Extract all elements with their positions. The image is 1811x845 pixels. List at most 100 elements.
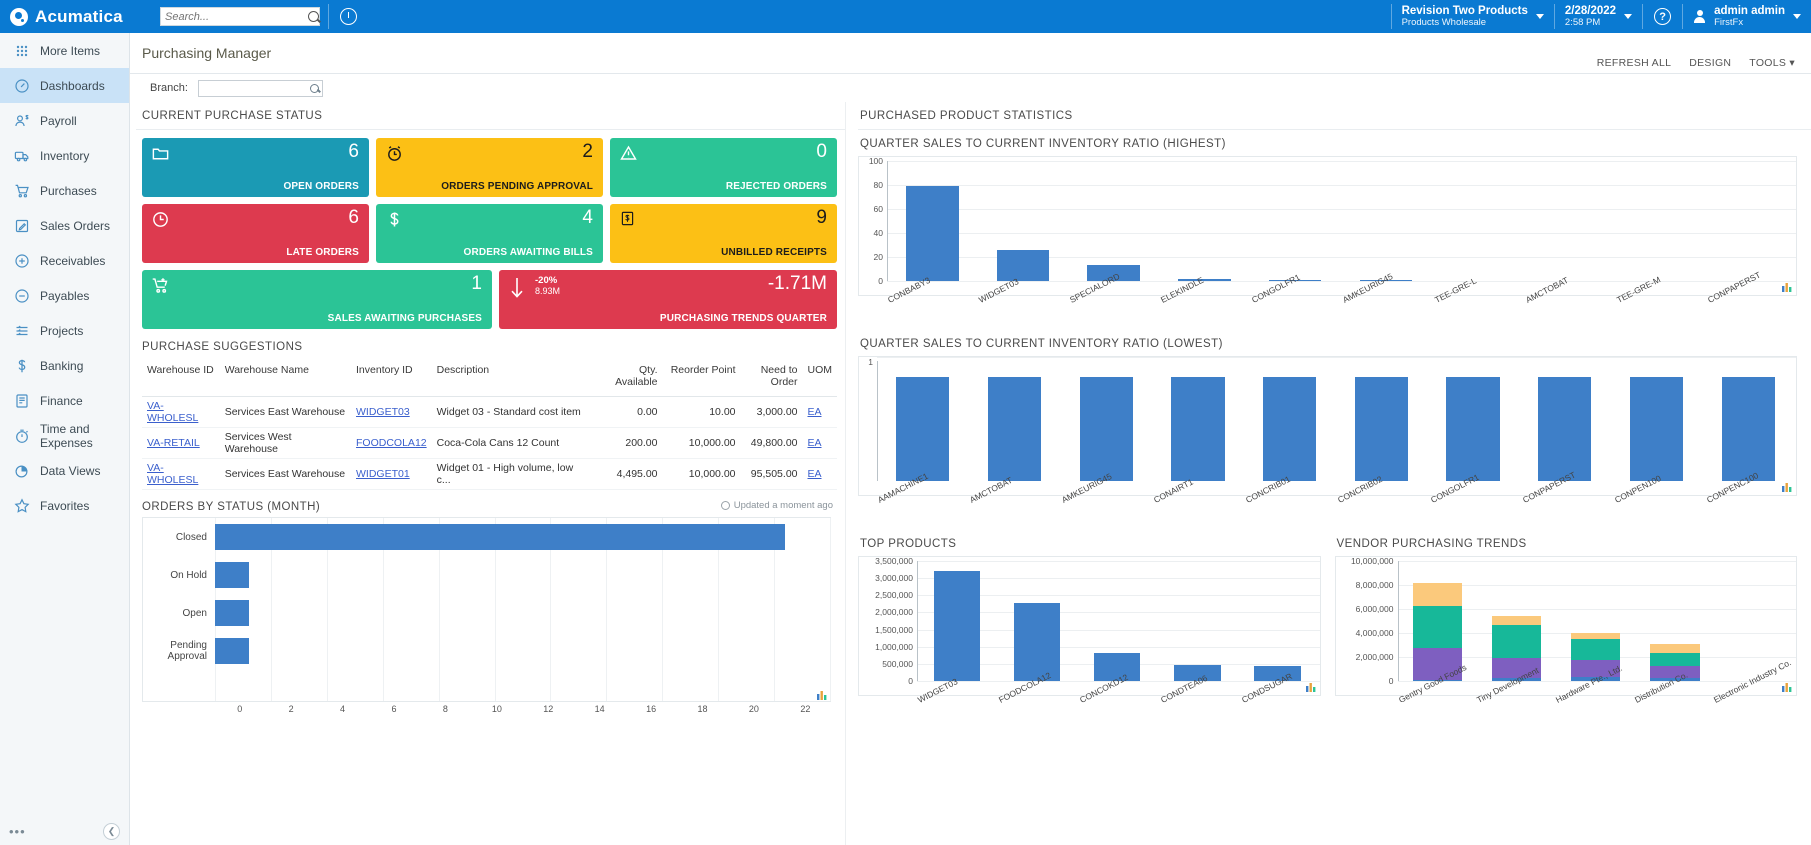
help-button[interactable]: ? <box>1643 0 1682 33</box>
inventory-id-link[interactable]: WIDGET01 <box>356 468 410 480</box>
chart-title-top-products: TOP PRODUCTS <box>860 538 957 550</box>
sidebar-item-payables[interactable]: Payables <box>0 278 129 313</box>
bar-segment-series-3[interactable] <box>1491 624 1542 659</box>
cell-inventory-id[interactable]: WIDGET01 <box>351 458 432 490</box>
sidebar-item-finance[interactable]: Finance <box>0 383 129 418</box>
chevron-down-icon[interactable] <box>1793 14 1801 19</box>
sidebar-item-banking[interactable]: Banking <box>0 348 129 383</box>
chart-top-products-xlabels: WIDGET03 FOODCOLA12 CONCOKD12 CONDTEA06 COND… <box>858 670 1321 726</box>
bar-segment-series-3[interactable] <box>1412 605 1462 649</box>
design-button[interactable]: DESIGN <box>1689 57 1731 69</box>
branch-selector-input[interactable] <box>197 79 323 97</box>
company-selector[interactable]: Revision Two Products Products Wholesale <box>1392 0 1554 33</box>
chevron-down-icon[interactable] <box>1535 14 1544 19</box>
column-header[interactable]: Inventory ID <box>351 360 432 397</box>
kpi-tile-unbilled-receipts[interactable]: 9 UNBILLED RECEIPTS <box>610 204 837 263</box>
tools-menu-button[interactable]: TOOLS ▾ <box>1749 57 1795 69</box>
y-axis-line <box>917 561 918 681</box>
bar-category-label: Open <box>182 607 207 619</box>
column-header[interactable]: Warehouse ID <box>142 360 220 397</box>
kpi-tile-late-orders[interactable]: 6 LATE ORDERS <box>142 204 369 263</box>
orders-by-status-chart: Closed On Hold Open Pending Approval <box>142 517 831 702</box>
inventory-id-link[interactable]: FOODCOLA12 <box>356 437 427 449</box>
sidebar-item-payroll[interactable]: Payroll <box>0 103 129 138</box>
search-icon[interactable] <box>308 11 319 22</box>
cell-reorder-point: 10,000.00 <box>662 427 741 459</box>
cell-warehouse-id[interactable]: VA-WHOLESL <box>142 396 220 428</box>
truck-icon <box>14 148 30 164</box>
y-tick-label: 3,500,000 <box>875 556 913 566</box>
cell-warehouse-id[interactable]: VA-RETAIL <box>142 427 220 459</box>
sidebar-item-purchases[interactable]: Purchases <box>0 173 129 208</box>
datetime-selector[interactable]: 2/28/2022 2:58 PM <box>1555 0 1642 33</box>
sidebar-item-projects[interactable]: Projects <box>0 313 129 348</box>
search-box[interactable] <box>160 7 320 26</box>
chevron-down-icon[interactable] <box>1624 14 1633 19</box>
column-header[interactable]: UOM <box>802 360 837 397</box>
cell-warehouse-id[interactable]: VA-WHOLESL <box>142 458 220 490</box>
warehouse-id-link[interactable]: VA-WHOLESL <box>147 400 198 424</box>
dollar-sign-icon <box>385 210 404 229</box>
refresh-all-button[interactable]: REFRESH ALL <box>1597 57 1672 69</box>
sidebar-item-time-and-expenses[interactable]: Time and Expenses <box>0 418 129 453</box>
search-input[interactable] <box>165 10 308 23</box>
bar[interactable] <box>215 638 249 664</box>
column-header[interactable]: Reorder Point <box>662 360 741 397</box>
y-tick-label: 2,000,000 <box>1355 652 1394 662</box>
column-header[interactable]: Qty. Available <box>592 360 663 397</box>
sidebar-item-receivables[interactable]: Receivables <box>0 243 129 278</box>
sidebar-item-more-items[interactable]: More Items <box>0 33 129 68</box>
sidebar-more-dots[interactable]: ••• <box>9 824 26 839</box>
uom-link[interactable]: EA <box>808 406 822 418</box>
table-row[interactable]: VA-WHOLESL Services East Warehouse WIDGET0… <box>142 458 837 490</box>
bar[interactable] <box>215 562 249 588</box>
chart-legend-icon[interactable] <box>817 689 827 700</box>
cell-need-to-order: 3,000.00 <box>740 396 803 428</box>
chart-title-vendor-trends: VENDOR PURCHASING TRENDS <box>1336 538 1527 550</box>
kpi-tile-purchasing-trends-quarter[interactable]: -20% 8.93M -1.71M PURCHASING TRENDS QUARTER <box>499 270 837 329</box>
sidebar-item-dashboards[interactable]: Dashboards <box>0 68 129 103</box>
bar[interactable] <box>215 524 786 550</box>
brand-logo-area[interactable]: Acumatica <box>0 0 152 33</box>
x-tick-label: 4 <box>340 704 346 714</box>
cell-uom[interactable]: EA <box>802 458 837 490</box>
sidebar-item-favorites[interactable]: Favorites <box>0 488 129 523</box>
kpi-tile-orders-awaiting-bills[interactable]: 4 ORDERS AWAITING BILLS <box>376 204 603 263</box>
table-row[interactable]: VA-WHOLESL Services East Warehouse WIDGET0… <box>142 396 837 428</box>
sidebar-collapse-button[interactable]: ❮ <box>103 822 120 840</box>
section-title-purchased-product-statistics: PURCHASED PRODUCT STATISTICS <box>858 102 1811 130</box>
sidebar-item-data-views[interactable]: Data Views <box>0 453 129 488</box>
branch-lookup-icon[interactable] <box>309 83 319 93</box>
cell-uom[interactable]: EA <box>802 427 837 459</box>
bar-segment-series-3[interactable] <box>1650 652 1700 666</box>
kpi-tile-open-orders[interactable]: 6 OPEN ORDERS <box>142 138 369 197</box>
bar-segment-series-3[interactable] <box>1571 638 1621 661</box>
warehouse-id-link[interactable]: VA-RETAIL <box>147 437 200 449</box>
uom-link[interactable]: EA <box>808 468 822 480</box>
bar-track <box>215 556 830 594</box>
table-row[interactable]: VA-RETAIL Services West Warehouse FOODCOLA… <box>142 427 837 459</box>
uom-link[interactable]: EA <box>808 437 822 449</box>
bar[interactable] <box>933 571 981 681</box>
column-header[interactable]: Description <box>431 360 593 397</box>
bar-group <box>917 561 1318 681</box>
recent-history-button[interactable] <box>329 0 368 33</box>
bar-segment-series-4[interactable] <box>1412 583 1462 606</box>
kpi-tile-rejected-orders[interactable]: 0 REJECTED ORDERS <box>610 138 837 197</box>
cell-uom[interactable]: EA <box>802 396 837 428</box>
kpi-tile-sales-awaiting-purchases[interactable]: 1 SALES AWAITING PURCHASES <box>142 270 492 329</box>
cell-inventory-id[interactable]: WIDGET03 <box>351 396 432 428</box>
user-menu[interactable]: admin admin FirstFx <box>1683 0 1811 33</box>
cell-warehouse-name: Services East Warehouse <box>219 396 352 428</box>
sidebar-item-inventory[interactable]: Inventory <box>0 138 129 173</box>
bar-segment-series-4[interactable] <box>1491 616 1542 625</box>
column-header[interactable]: Warehouse Name <box>219 360 352 397</box>
warehouse-id-link[interactable]: VA-WHOLESL <box>147 462 198 486</box>
column-header[interactable]: Need to Order <box>740 360 803 397</box>
cell-inventory-id[interactable]: FOODCOLA12 <box>351 427 432 459</box>
kpi-tile-orders-pending-approval[interactable]: 2 ORDERS PENDING APPROVAL <box>376 138 603 197</box>
bar-segment-series-4[interactable] <box>1650 644 1700 653</box>
bar[interactable] <box>215 600 249 626</box>
inventory-id-link[interactable]: WIDGET03 <box>356 406 410 418</box>
sidebar-item-sales-orders[interactable]: Sales Orders <box>0 208 129 243</box>
